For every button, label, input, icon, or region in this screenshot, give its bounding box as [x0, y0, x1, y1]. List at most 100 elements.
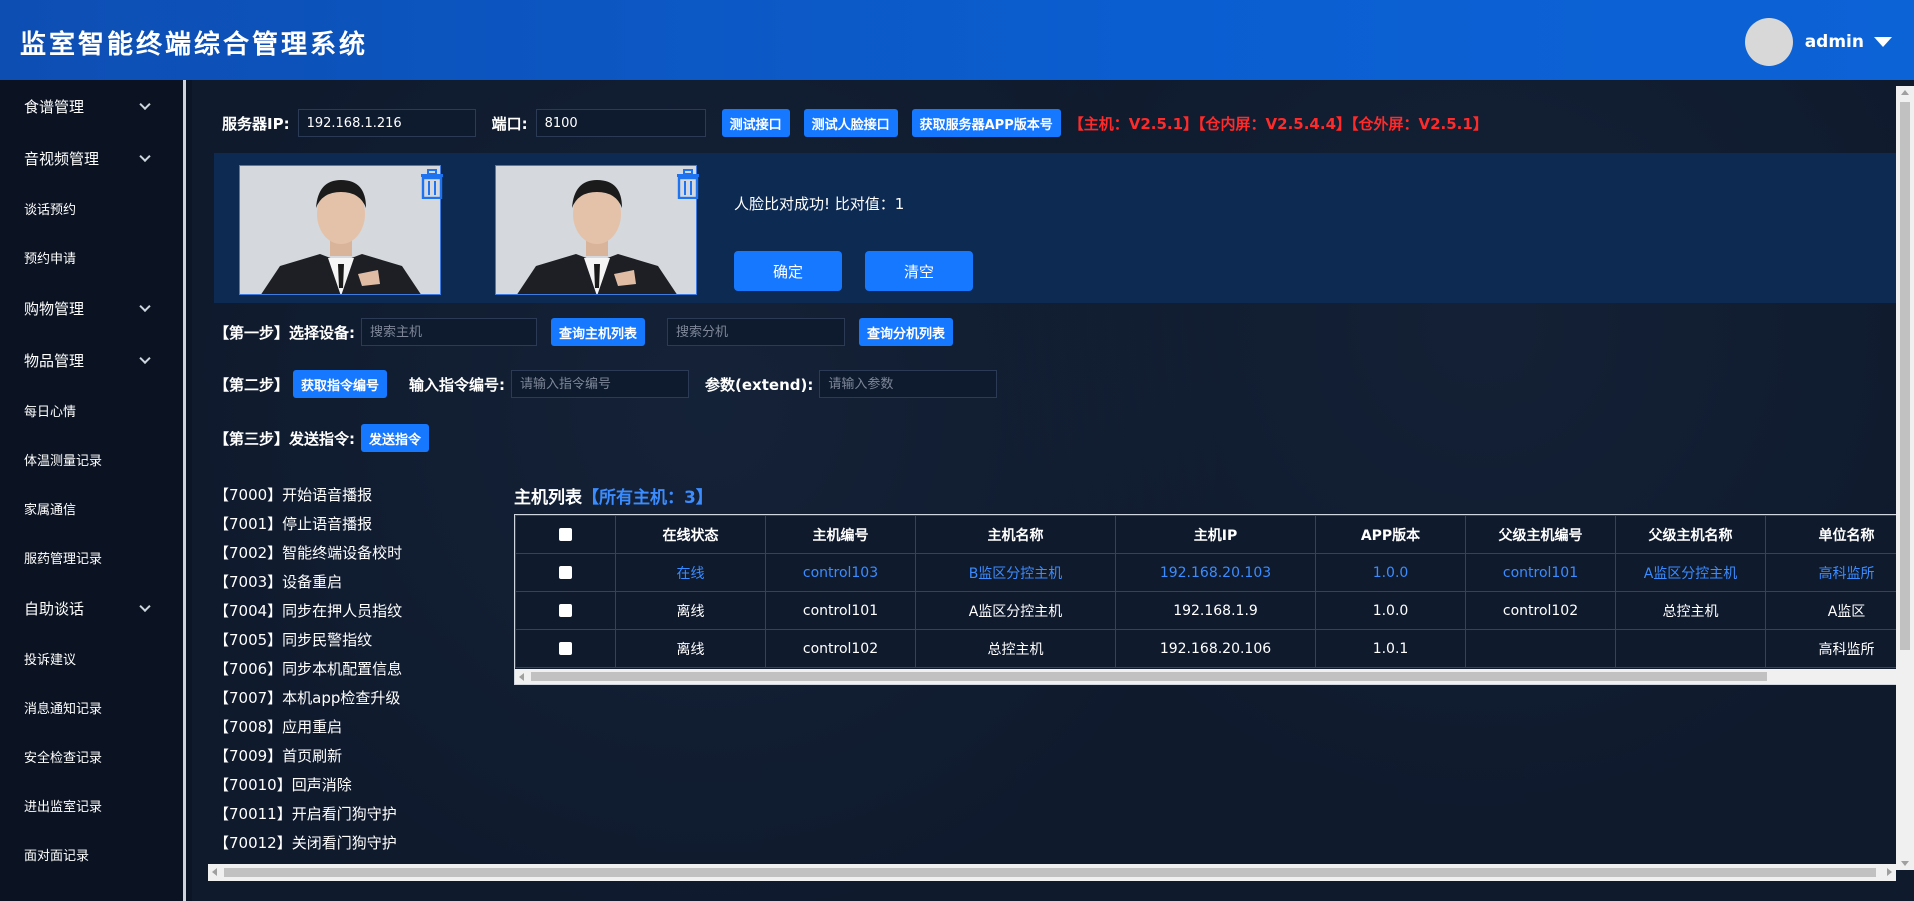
query-extension-list-button[interactable]: 查询分机列表 — [859, 318, 954, 346]
table-cell: control102 — [765, 629, 916, 668]
main-horizontal-scrollbar[interactable] — [208, 864, 1896, 881]
server-ip-input[interactable] — [297, 109, 476, 137]
sidebar-item-talk-appointment[interactable]: 谈话预约 — [0, 184, 183, 233]
chevron-down-icon — [139, 300, 151, 313]
row-checkbox[interactable] — [515, 591, 616, 630]
sidebar-item-label: 安全检查记录 — [24, 751, 103, 766]
trash-icon[interactable] — [418, 169, 446, 199]
table-cell: 在线 — [615, 553, 766, 592]
sidebar-item-cell-access[interactable]: 进出监室记录 — [0, 781, 183, 830]
extension-search-input[interactable] — [667, 318, 846, 346]
sidebar-item-label: 进出监室记录 — [24, 800, 103, 815]
get-app-version-button[interactable]: 获取服务器APP版本号 — [911, 109, 1061, 137]
host-search-input[interactable] — [361, 318, 537, 346]
command-code-input[interactable] — [511, 370, 690, 398]
list-item: 【7001】停止语音播报 — [214, 515, 373, 533]
caret-down-icon[interactable] — [1874, 37, 1892, 47]
sidebar-item-shopping[interactable]: 购物管理 — [0, 282, 183, 334]
param-input[interactable] — [819, 370, 998, 398]
table-cell: 192.168.20.106 — [1115, 629, 1316, 668]
row-checkbox[interactable] — [515, 553, 616, 592]
face-photo-2 — [495, 165, 697, 295]
query-host-list-button[interactable]: 查询主机列表 — [551, 318, 646, 346]
scroll-right-arrow-icon[interactable] — [1887, 868, 1892, 876]
step1-row: 【第一步】选择设备: 查询主机列表 查询分机列表 — [214, 318, 954, 346]
list-item: 【7009】首页刷新 — [214, 747, 343, 765]
list-item: 【7003】设备重启 — [214, 573, 343, 591]
select-all-checkbox[interactable] — [515, 515, 616, 554]
sidebar-item-family-comm[interactable]: 家属通信 — [0, 484, 183, 533]
table-cell: 高科监所 — [1765, 553, 1899, 592]
scrollbar-thumb[interactable] — [531, 672, 1767, 681]
table-cell: 1.0.0 — [1315, 591, 1466, 630]
username[interactable]: admin — [1805, 32, 1864, 52]
scroll-left-arrow-icon[interactable] — [212, 868, 217, 876]
version-info: 【主机：V2.5.1】【仓内屏：V2.5.4.4】【仓外屏：V2.5.1】 — [1068, 114, 1488, 133]
step3-row: 【第三步】发送指令: 发送指令 — [214, 424, 430, 452]
step2-label: 【第二步】 — [214, 375, 290, 394]
sidebar-item-security-check[interactable]: 安全检查记录 — [0, 732, 183, 781]
port-input[interactable] — [535, 109, 706, 137]
scrollbar-thumb[interactable] — [224, 868, 1876, 877]
table-cell: 192.168.1.9 — [1115, 591, 1316, 630]
user-menu[interactable]: admin — [1744, 18, 1892, 66]
table-cell: 1.0.1 — [1315, 629, 1466, 668]
sidebar-item-goods[interactable]: 物品管理 — [0, 334, 183, 386]
confirm-button[interactable]: 确定 — [734, 251, 842, 291]
sidebar-item-medication[interactable]: 服药管理记录 — [0, 533, 183, 582]
list-item: 【7002】智能终端设备校时 — [214, 544, 403, 562]
scrollbar-thumb[interactable] — [1900, 102, 1910, 650]
column-header: 单位名称 — [1765, 515, 1899, 554]
trash-icon[interactable] — [674, 169, 702, 199]
host-table-title: 主机列表【所有主机：3】 — [514, 483, 713, 508]
avatar[interactable] — [1744, 18, 1793, 66]
step3-label: 【第三步】发送指令: — [214, 429, 355, 448]
table-cell: B监区分控主机 — [915, 553, 1116, 592]
step2-row: 【第二步】 获取指令编号 输入指令编号: 参数(extend): — [214, 370, 998, 398]
table-horizontal-scrollbar[interactable] — [515, 669, 1899, 684]
table-cell: 离线 — [615, 591, 766, 630]
sidebar-item-appointment-request[interactable]: 预约申请 — [0, 233, 183, 282]
send-command-button[interactable]: 发送指令 — [361, 424, 430, 452]
table-row[interactable]: 离线 control101 A监区分控主机 192.168.1.9 1.0.0 … — [515, 591, 1899, 630]
table-row[interactable]: 在线 control103 B监区分控主机 192.168.20.103 1.0… — [515, 553, 1899, 592]
test-api-button[interactable]: 测试接口 — [721, 109, 790, 137]
sidebar-item-av[interactable]: 音视频管理 — [0, 132, 183, 184]
port-label: 端口: — [491, 114, 528, 133]
sidebar-item-label: 投诉建议 — [24, 653, 77, 668]
scroll-down-arrow-icon[interactable] — [1901, 861, 1909, 866]
table-cell: 192.168.20.103 — [1115, 553, 1316, 592]
page-vertical-scrollbar[interactable] — [1896, 86, 1914, 870]
sidebar-item-label: 谈话预约 — [24, 203, 77, 218]
sidebar-item-self-talk[interactable]: 自助谈话 — [0, 582, 183, 634]
table-cell: control102 — [1465, 591, 1616, 630]
server-ip-label: 服务器IP: — [222, 114, 290, 133]
sidebar-item-temperature[interactable]: 体温测量记录 — [0, 435, 183, 484]
row-checkbox[interactable] — [515, 629, 616, 668]
scroll-left-arrow-icon[interactable] — [519, 673, 524, 681]
column-header: APP版本 — [1315, 515, 1466, 554]
list-item: 【70012】关闭看门狗守护 — [214, 834, 397, 852]
table-cell: control101 — [1465, 553, 1616, 592]
sidebar-item-daily-mood[interactable]: 每日心情 — [0, 386, 183, 435]
sidebar-item-notifications[interactable]: 消息通知记录 — [0, 683, 183, 732]
sidebar-item-face-to-face[interactable]: 面对面记录 — [0, 830, 183, 879]
list-item: 【7005】同步民警指纹 — [214, 631, 373, 649]
table-cell: control103 — [765, 553, 916, 592]
column-header: 主机编号 — [765, 515, 916, 554]
list-item: 【7004】同步在押人员指纹 — [214, 602, 403, 620]
get-command-code-button[interactable]: 获取指令编号 — [293, 370, 388, 398]
clear-button[interactable]: 清空 — [865, 251, 973, 291]
sidebar-item-recipe[interactable]: 食谱管理 — [0, 80, 183, 132]
list-item: 【7008】应用重启 — [214, 718, 343, 736]
sidebar-item-label: 服药管理记录 — [24, 552, 103, 567]
test-face-api-button[interactable]: 测试人脸接口 — [803, 109, 898, 137]
list-item: 【7006】同步本机配置信息 — [214, 660, 403, 678]
column-header: 主机名称 — [915, 515, 1116, 554]
table-row[interactable]: 离线 control102 总控主机 192.168.20.106 1.0.1 … — [515, 629, 1899, 668]
list-item: 【7007】本机app检查升级 — [214, 689, 401, 707]
sidebar-item-label: 自助谈话 — [24, 599, 85, 618]
chevron-down-icon — [139, 150, 151, 163]
scroll-up-arrow-icon[interactable] — [1901, 90, 1909, 95]
sidebar-item-complaints[interactable]: 投诉建议 — [0, 634, 183, 683]
